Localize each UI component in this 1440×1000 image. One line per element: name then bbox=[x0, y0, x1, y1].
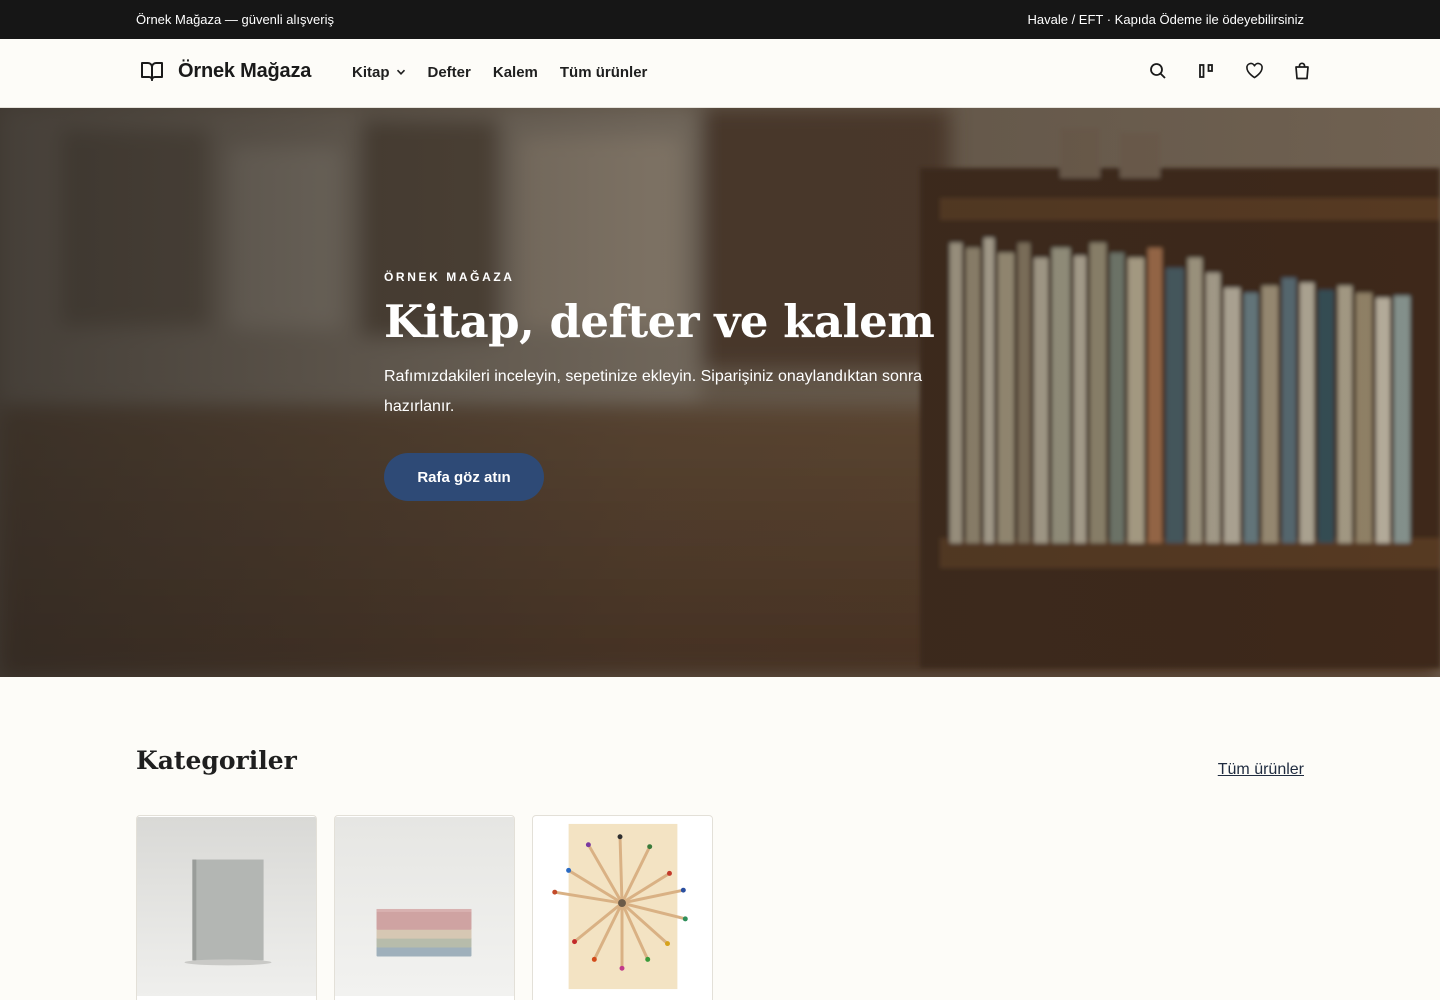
search-button[interactable] bbox=[1146, 61, 1170, 85]
header-actions bbox=[1146, 61, 1314, 85]
compare-icon bbox=[1198, 63, 1214, 84]
category-card-kalem[interactable] bbox=[532, 815, 713, 1000]
hero-banner: ÖRNEK MAĞAZA Kitap, defter ve kalem Rafı… bbox=[0, 108, 1440, 677]
shopping-bag-icon bbox=[1294, 61, 1310, 85]
nav-item-defter[interactable]: Defter bbox=[428, 64, 471, 81]
nav-item-tum-urunler[interactable]: Tüm ürünler bbox=[560, 64, 648, 81]
site-header: Örnek Mağaza Kitap Defter Kalem Tüm ürün… bbox=[0, 39, 1440, 108]
category-grid bbox=[136, 815, 713, 1000]
wishlist-button[interactable] bbox=[1242, 61, 1266, 85]
hero-content: ÖRNEK MAĞAZA Kitap, defter ve kalem Rafı… bbox=[384, 270, 935, 501]
nav-item-label: Kalem bbox=[492, 64, 538, 81]
cart-button[interactable] bbox=[1290, 61, 1314, 85]
category-card-defter[interactable] bbox=[334, 815, 515, 1000]
announcement-bar: Örnek Mağaza — güvenli alışveriş Havale … bbox=[0, 0, 1440, 39]
heart-icon bbox=[1245, 62, 1264, 84]
store-name: Örnek Mağaza bbox=[178, 59, 312, 82]
search-icon bbox=[1149, 62, 1167, 85]
all-products-link[interactable]: Tüm ürünler bbox=[1218, 761, 1304, 779]
nav-item-label: Kitap bbox=[352, 64, 390, 81]
categories-title: Kategoriler bbox=[136, 746, 297, 775]
compare-button[interactable] bbox=[1194, 61, 1218, 85]
announcement-left: Örnek Mağaza — güvenli alışveriş bbox=[136, 12, 334, 27]
nav-item-label: Tüm ürünler bbox=[559, 64, 648, 81]
pencils-image bbox=[533, 817, 712, 996]
open-book-icon bbox=[140, 59, 164, 83]
hero-title: Kitap, defter ve kalem bbox=[384, 295, 935, 348]
nav-item-kalem[interactable]: Kalem bbox=[493, 64, 538, 81]
nav-item-kitap[interactable]: Kitap bbox=[352, 64, 406, 81]
hero-cta-button[interactable]: Rafa göz atın bbox=[384, 453, 544, 501]
category-card-kitap[interactable] bbox=[136, 815, 317, 1000]
nav-item-label: Defter bbox=[427, 64, 471, 81]
store-logo[interactable]: Örnek Mağaza bbox=[140, 59, 311, 83]
main-nav: Kitap Defter Kalem Tüm ürünler bbox=[352, 64, 647, 81]
chevron-down-icon bbox=[396, 64, 406, 81]
hero-eyebrow: ÖRNEK MAĞAZA bbox=[384, 270, 515, 284]
book-image bbox=[137, 817, 316, 996]
hero-subtitle: Rafımızdakileri inceleyin, sepetinize ek… bbox=[384, 367, 923, 415]
notebook-stack-image bbox=[335, 817, 514, 996]
announcement-right: Havale / EFT · Kapıda Ödeme ile ödeyebil… bbox=[1027, 12, 1305, 27]
